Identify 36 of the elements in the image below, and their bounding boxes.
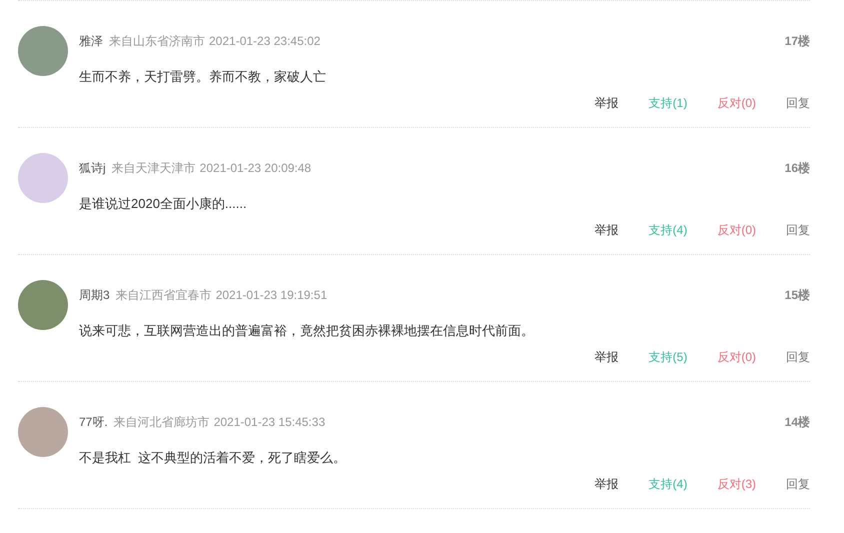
comment-location: 来自山东省济南市 <box>109 32 205 50</box>
floor-number: 15楼 <box>784 286 810 304</box>
comment-text: 是谁说过2020全面小康的...... <box>79 195 248 213</box>
comment-location: 来自江西省宜春市 <box>116 286 212 304</box>
oppose-link[interactable]: 反对(0) <box>717 222 756 238</box>
avatar-placeholder <box>18 26 68 76</box>
floor-number: 17楼 <box>784 32 810 50</box>
reply-link[interactable]: 回复 <box>786 94 810 112</box>
reply-link[interactable]: 回复 <box>786 348 810 366</box>
comment-location: 来自天津天津市 <box>112 160 196 176</box>
avatar-placeholder <box>18 153 68 203</box>
comment-time: 2021-01-23 20:09:48 <box>200 161 312 175</box>
oppose-link[interactable]: 反对(3) <box>717 476 756 492</box>
comment-location: 来自河北省廊坊市 <box>114 414 210 430</box>
oppose-link[interactable]: 反对(0) <box>717 348 756 366</box>
comment-time: 2021-01-23 15:45:33 <box>214 415 326 429</box>
report-link[interactable]: 举报 <box>594 348 619 366</box>
comment-time: 2021-01-23 23:45:02 <box>209 34 320 48</box>
avatar-placeholder <box>18 280 68 330</box>
report-link[interactable]: 举报 <box>594 222 619 238</box>
comment-text: 说来可悲，互联网营造出的普遍富裕，竟然把贫困赤裸裸地摆在信息时代前面。 <box>79 322 535 340</box>
username[interactable]: 狐诗j <box>79 160 106 176</box>
comment-text: 不是我杠 这不典型的活着不爱，死了瞎爱么。 <box>79 449 348 467</box>
username[interactable]: 77呀. <box>79 414 108 430</box>
report-link[interactable]: 举报 <box>594 476 619 492</box>
floor-number: 14楼 <box>784 414 810 430</box>
comment-text: 生而不养，天打雷劈。养而不教，家破人亡 <box>79 68 327 86</box>
comment-time: 2021-01-23 19:19:51 <box>216 288 328 302</box>
floor-number: 16楼 <box>784 160 810 176</box>
reply-link[interactable]: 回复 <box>786 476 810 492</box>
avatar-placeholder <box>18 407 68 457</box>
reply-link[interactable]: 回复 <box>786 222 810 238</box>
username[interactable]: 雅泽 <box>79 32 103 50</box>
username[interactable]: 周期3 <box>79 286 110 304</box>
oppose-link[interactable]: 反对(0) <box>717 94 756 112</box>
report-link[interactable]: 举报 <box>594 94 619 112</box>
